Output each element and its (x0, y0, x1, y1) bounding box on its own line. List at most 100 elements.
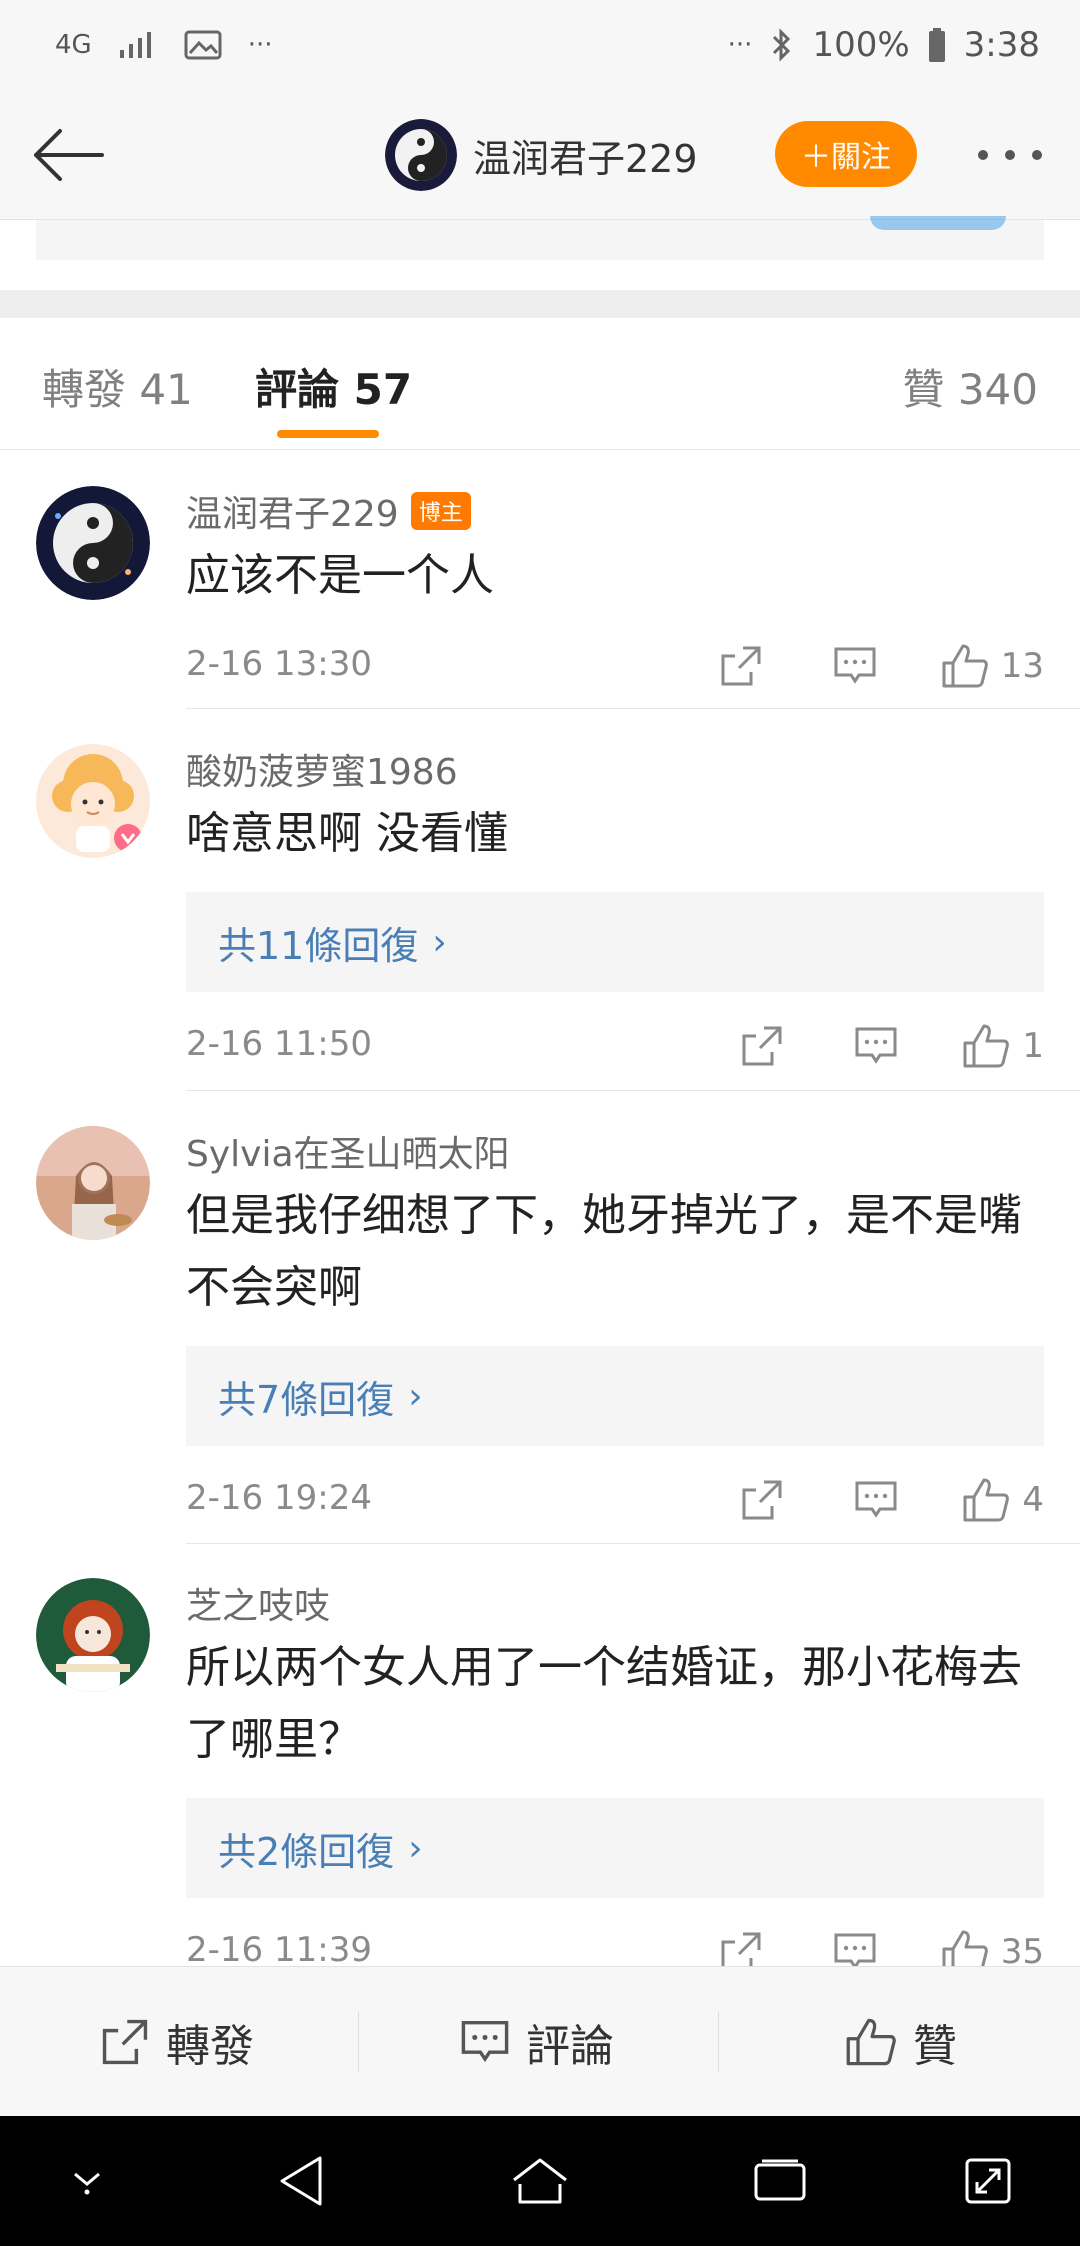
comment-button[interactable]: 評論 (460, 1967, 614, 2117)
dot-icon (1032, 150, 1042, 160)
separator (718, 2012, 719, 2072)
chevron-right-icon: › (432, 921, 447, 963)
avatar[interactable] (36, 744, 150, 858)
share-icon (742, 1480, 782, 1520)
nav-home-button[interactable] (505, 2146, 575, 2216)
nav-recents-button[interactable] (745, 2146, 815, 2216)
comment-footer: 2-16 19:24 4 (186, 1460, 1044, 1540)
chevron-down-icon (74, 2172, 100, 2195)
gallery-icon (184, 29, 222, 61)
like-label: 贊 (913, 2021, 957, 2072)
status-bar: 4G ··· ··· 100% 3:38 (0, 0, 1080, 90)
tab-bar: 轉發 41 評論 57 贊 340 (0, 318, 1080, 450)
comment-body: 酸奶菠萝蜜1986 啥意思啊 没看懂 共11條回復 › 2-16 11:50 1 (186, 744, 1044, 1086)
comment-header: 芝之吱吱 (186, 1578, 1044, 1628)
tab-like[interactable]: 贊 340 (902, 356, 1038, 417)
comment-text: 但是我仔细想了下，她牙掉光了，是不是嘴不会突啊 (186, 1190, 1022, 1313)
thumb-up-icon (963, 1024, 1010, 1068)
dot-icon (1005, 150, 1015, 160)
comment-body: Sylvia在圣山晒太阳 但是我仔细想了下，她牙掉光了，是不是嘴不会突啊 共7條… (186, 1126, 1044, 1540)
battery-percent: 100% (812, 25, 910, 65)
share-button[interactable] (734, 1472, 790, 1528)
comment-body: 芝之吱吱 所以两个女人用了一个结婚证，那小花梅去了哪里？ 共2條回復 › 2-1… (186, 1578, 1044, 1992)
replies-link[interactable]: 共7條回復 › (186, 1346, 1044, 1446)
battery-icon (928, 27, 946, 63)
comment-time: 2-16 11:50 (186, 1024, 372, 1064)
replies-count: 共2條回復 (218, 1829, 395, 1874)
nav-back-button[interactable] (266, 2146, 336, 2216)
system-nav-bar (0, 2116, 1080, 2246)
comment-time: 2-16 13:30 (186, 644, 372, 684)
comment-icon (461, 2020, 509, 2063)
comment-username[interactable]: Sylvia在圣山晒太阳 (186, 1125, 510, 1177)
comment-actions: 13 (713, 636, 1044, 696)
like-button[interactable]: 1 (962, 1023, 1044, 1069)
comment-divider (186, 1543, 1080, 1544)
tab-comment[interactable]: 評論 57 (255, 356, 412, 417)
comment-header: Sylvia在圣山晒太阳 (186, 1126, 1044, 1176)
post-card-bottom (36, 216, 1044, 260)
like-count: 13 (1000, 646, 1044, 686)
reply-button[interactable] (827, 638, 883, 694)
recents-icon (754, 2159, 806, 2201)
separator (358, 2012, 359, 2072)
comment-header: 酸奶菠萝蜜1986 (186, 744, 1044, 794)
comment-label: 評論 (526, 2021, 614, 2072)
nav-expand-button[interactable] (953, 2146, 1023, 2216)
share-button[interactable] (713, 638, 769, 694)
header: 温润君子229 ＋關注 (0, 90, 1080, 220)
tab-repost[interactable]: 轉發 41 (42, 356, 193, 417)
section-divider (0, 290, 1080, 318)
like-button[interactable]: 13 (941, 643, 1044, 689)
like-button[interactable]: 4 (962, 1477, 1044, 1523)
post-button-edge (870, 216, 1006, 230)
active-tab-indicator (277, 430, 379, 438)
comment-text: 应该不是一个人 (186, 550, 494, 601)
replies-count: 共11條回復 (218, 923, 419, 968)
reply-button[interactable] (848, 1018, 904, 1074)
follow-button[interactable]: ＋關注 (775, 121, 917, 187)
share-icon (742, 1026, 782, 1066)
header-avatar[interactable] (385, 119, 457, 191)
like-button[interactable]: 贊 (845, 1967, 957, 2117)
back-button[interactable] (28, 120, 108, 190)
notification-more: ··· (247, 30, 273, 60)
comment-divider (186, 708, 1080, 709)
avatar[interactable] (36, 1578, 150, 1692)
comment-divider (186, 1090, 1080, 1091)
replies-link[interactable]: 共2條回復 › (186, 1798, 1044, 1898)
comment-username[interactable]: 芝之吱吱 (186, 1577, 330, 1629)
comment-text: 啥意思啊 没看懂 (186, 808, 508, 859)
share-icon (721, 646, 761, 686)
more-options-button[interactable] (970, 130, 1050, 180)
nav-hide-button[interactable] (52, 2146, 122, 2216)
avatar[interactable] (36, 486, 150, 600)
thumb-up-icon (942, 644, 988, 688)
header-username[interactable]: 温润君子229 (473, 128, 698, 183)
repost-button[interactable]: 轉發 (100, 1967, 254, 2117)
reply-button[interactable] (848, 1472, 904, 1528)
network-indicator: 4G (55, 30, 92, 60)
like-count: 1 (1022, 1026, 1044, 1066)
comment-actions: 1 (734, 1016, 1044, 1076)
home-icon (513, 2158, 567, 2204)
bluetooth-icon (770, 27, 794, 63)
back-arrow-icon (34, 129, 104, 181)
bottom-action-bar: 轉發 評論 贊 (0, 1966, 1080, 2116)
comment-body: 温润君子229 博主 应该不是一个人 2-16 13:30 13 (186, 486, 1044, 706)
comment-actions: 4 (734, 1470, 1044, 1530)
comment-footer: 2-16 13:30 13 (186, 626, 1044, 706)
clock: 3:38 (963, 25, 1040, 65)
comment-icon (834, 647, 876, 684)
header-user[interactable]: 温润君子229 (385, 115, 698, 195)
comment-username[interactable]: 温润君子229 (186, 485, 399, 537)
comment-header: 温润君子229 博主 (186, 486, 1044, 536)
comment-text: 所以两个女人用了一个结婚证，那小花梅去了哪里？ (186, 1642, 1022, 1765)
replies-count: 共7條回復 (218, 1377, 395, 1422)
avatar[interactable] (36, 1126, 150, 1240)
comment-username[interactable]: 酸奶菠萝蜜1986 (186, 743, 458, 795)
share-button[interactable] (734, 1018, 790, 1074)
comment-icon (855, 1027, 897, 1064)
replies-link[interactable]: 共11條回復 › (186, 892, 1044, 992)
back-triangle-icon (280, 2156, 322, 2206)
